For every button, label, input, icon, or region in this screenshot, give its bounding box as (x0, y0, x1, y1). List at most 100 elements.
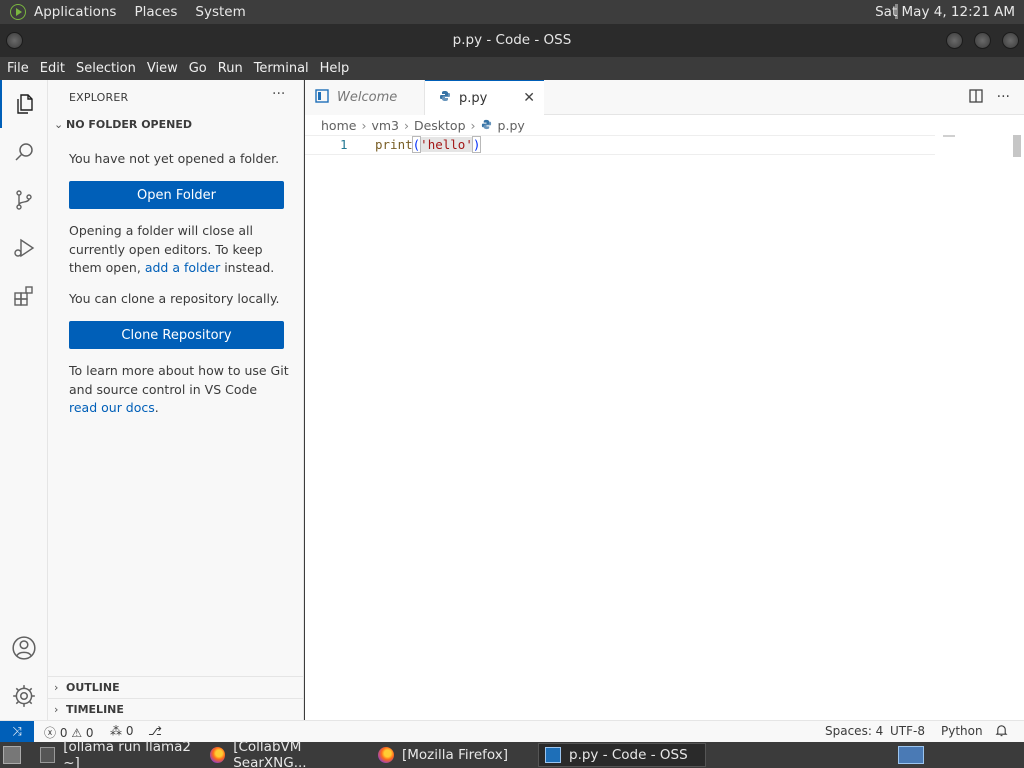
chevron-right-icon: › (403, 118, 409, 133)
top-panel: Applications Places System Sat May 4, 12… (0, 0, 1024, 24)
add-folder-link[interactable]: add a folder (145, 260, 220, 275)
timeline-label: TIMELINE (66, 703, 124, 716)
breadcrumb-home[interactable]: home (321, 118, 356, 133)
line-number: 1 (340, 137, 348, 152)
clone-repository-button[interactable]: Clone Repository (69, 321, 284, 349)
chevron-down-icon: ⌄ (54, 118, 64, 131)
firefox-icon (210, 747, 226, 763)
open-folder-button[interactable]: Open Folder (69, 181, 284, 209)
taskbar-item-firefox[interactable]: [Mozilla Firefox] (372, 743, 532, 767)
encoding-status[interactable]: UTF-8 (890, 724, 925, 738)
docs-text-end: . (154, 400, 159, 415)
tab-welcome[interactable]: Welcome (305, 80, 425, 115)
open-folder-hint: Opening a folder will close all currentl… (69, 222, 289, 278)
no-folder-section-header[interactable]: ⌄ NO FOLDER OPENED (54, 118, 192, 131)
indentation-status[interactable]: Spaces: 4 (825, 724, 883, 738)
places-menu[interactable]: Places (134, 4, 177, 20)
editor-area: Welcome p.py ✕ ··· home › vm3 › Desktop … (305, 80, 1024, 720)
code-line[interactable]: 1 print('hello') (305, 135, 935, 155)
breadcrumb: home › vm3 › Desktop › p.py (321, 118, 525, 133)
language-status[interactable]: Python (941, 724, 983, 738)
run-debug-icon[interactable] (0, 224, 48, 272)
error-icon: ⓧ (44, 726, 57, 740)
outline-label: OUTLINE (66, 681, 120, 694)
workspace-switcher[interactable] (898, 746, 924, 764)
no-folder-message: You have not yet opened a folder. (69, 151, 280, 166)
ports-count: 0 (125, 724, 134, 738)
menu-help[interactable]: Help (320, 61, 350, 76)
menu-file[interactable]: File (7, 61, 29, 76)
code-paren-close: ) (471, 136, 482, 153)
clone-message: You can clone a repository locally. (69, 291, 280, 306)
warning-count: 0 (85, 726, 94, 740)
python-file-icon (439, 90, 451, 106)
welcome-icon (315, 88, 329, 107)
remote-indicator-icon[interactable]: ⤨ (0, 721, 34, 742)
more-actions-icon[interactable]: ··· (997, 89, 1010, 107)
tab-p-py[interactable]: p.py ✕ (425, 80, 544, 115)
taskbar-item-collabvm[interactable]: [CollabVM SearXNG... (204, 739, 372, 768)
menu-view[interactable]: View (147, 61, 178, 76)
chevron-right-icon: › (470, 118, 476, 133)
taskbar-item-terminal[interactable]: [ollama run llama2 ~] (34, 739, 204, 768)
menu-run[interactable]: Run (218, 61, 243, 76)
activity-bar (0, 80, 48, 720)
taskbar-item-code[interactable]: p.py - Code - OSS (538, 743, 706, 767)
menu-edit[interactable]: Edit (40, 61, 65, 76)
chevron-right-icon: › (54, 703, 59, 716)
breadcrumb-desktop[interactable]: Desktop (414, 118, 466, 133)
debug-status-icon[interactable]: ⎇ (148, 724, 162, 738)
terminal-icon (40, 747, 56, 763)
read-docs-link[interactable]: read our docs (69, 400, 155, 415)
account-icon[interactable] (0, 624, 48, 672)
outline-section-header[interactable]: › OUTLINE (48, 676, 304, 698)
source-control-icon[interactable] (0, 176, 48, 224)
error-count: 0 (59, 726, 68, 740)
more-actions-icon[interactable]: ··· (272, 86, 285, 102)
explorer-icon[interactable] (0, 80, 48, 128)
window-title: p.py - Code - OSS (452, 32, 572, 48)
chevron-right-icon: › (361, 118, 367, 133)
maximize-button[interactable] (974, 32, 991, 49)
firefox-icon (378, 747, 394, 763)
sidebar-title: EXPLORER (69, 91, 129, 104)
system-menu[interactable]: System (195, 4, 245, 20)
code-function: print (375, 137, 413, 152)
hint-text-end: instead. (220, 260, 275, 275)
taskbar: [ollama run llama2 ~] [CollabVM SearXNG.… (0, 739, 1024, 768)
code-text[interactable]: print('hello') (375, 136, 482, 153)
timeline-section-header[interactable]: › TIMELINE (48, 698, 304, 720)
menu-go[interactable]: Go (189, 61, 207, 76)
window-titlebar[interactable]: p.py - Code - OSS (0, 24, 1024, 57)
code-string: 'hello' (420, 137, 473, 152)
clock[interactable]: Sat May 4, 12:21 AM (875, 4, 1015, 20)
broadcast-icon: ⁂ (110, 724, 122, 738)
taskbar-label: [CollabVM SearXNG... (233, 739, 307, 768)
breadcrumb-file[interactable]: p.py (498, 118, 525, 133)
extensions-icon[interactable] (0, 272, 48, 320)
split-editor-icon[interactable] (968, 89, 983, 107)
tab-label: Welcome (337, 90, 398, 105)
vertical-scrollbar[interactable] (1013, 135, 1021, 157)
menu-terminal[interactable]: Terminal (254, 61, 309, 76)
git-docs-hint: To learn more about how to use Git and s… (69, 362, 289, 418)
gnome-foot-icon[interactable] (10, 4, 26, 20)
minimize-button[interactable] (946, 32, 963, 49)
breadcrumb-vm3[interactable]: vm3 (371, 118, 399, 133)
notifications-bell-icon[interactable] (995, 724, 1008, 740)
editor-tabs: Welcome p.py ✕ ··· (305, 80, 1024, 115)
settings-gear-icon[interactable] (0, 672, 48, 720)
menu-selection[interactable]: Selection (76, 61, 136, 76)
window-menu-button[interactable] (6, 32, 23, 49)
minimap[interactable] (943, 135, 955, 137)
vscode-icon (545, 747, 561, 763)
explorer-sidebar: EXPLORER ··· ⌄ NO FOLDER OPENED You have … (48, 80, 304, 720)
close-icon[interactable]: ✕ (523, 90, 535, 106)
section-label: NO FOLDER OPENED (66, 118, 192, 131)
taskbar-label: [Mozilla Firefox] (402, 747, 509, 763)
show-desktop-icon[interactable] (3, 746, 21, 764)
applications-menu[interactable]: Applications (34, 4, 116, 20)
search-icon[interactable] (0, 128, 48, 176)
ports-status[interactable]: ⁂ 0 (110, 724, 133, 738)
close-window-button[interactable] (1002, 32, 1019, 49)
